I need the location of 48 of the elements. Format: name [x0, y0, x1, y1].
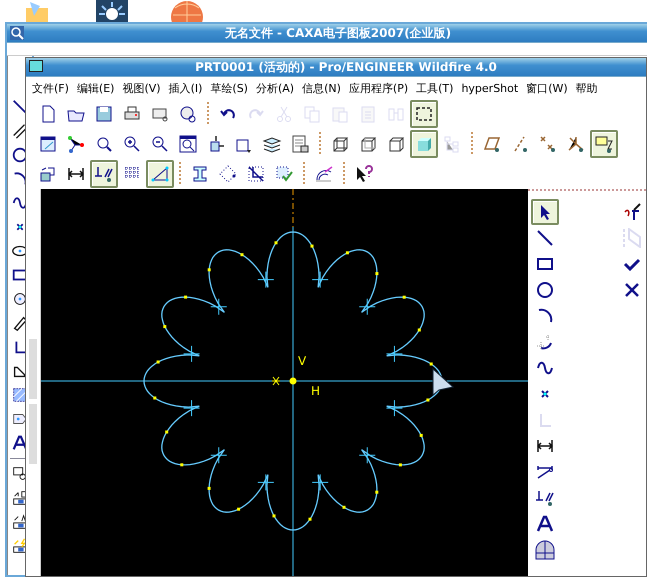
menu-item[interactable]: 工具(T) [412, 80, 458, 96]
copy-icon [302, 104, 322, 124]
protractor-icon [314, 164, 334, 184]
zoom-in-icon [122, 134, 142, 154]
splitter-handle[interactable] [29, 404, 37, 464]
constraint-label: H [311, 384, 320, 398]
vertical-centerline [292, 189, 294, 230]
constraint-label: V [298, 354, 306, 368]
window-icon[interactable] [29, 60, 43, 72]
node-graph-icon [66, 134, 86, 154]
window-title: PRT0001 (活动的) - Pro/ENGINEER Wildfire 4.0 [194, 58, 498, 76]
menu-item[interactable]: 分析(A) [252, 80, 298, 96]
menu-item[interactable]: 视图(V) [118, 80, 165, 96]
tool-button[interactable] [531, 199, 559, 225]
dotted-diamond-icon [218, 164, 238, 184]
menu-item[interactable]: 草绘(S) [206, 80, 252, 96]
line-icon [535, 228, 555, 248]
pointer-question-icon [354, 164, 374, 184]
window-magnifier-icon [178, 134, 198, 154]
splitter-handle[interactable] [29, 339, 37, 399]
dotted-square-check-icon [274, 164, 294, 184]
menu-item[interactable]: hyperShot [457, 82, 522, 94]
zoom-out-icon [150, 134, 170, 154]
window-title: 无名文件 - CAXA电子图板2007(企业版) [224, 24, 452, 42]
triangle-vertices-icon [150, 164, 170, 184]
sun-icon[interactable] [96, 0, 128, 22]
dotted-square-diagonal-icon [246, 164, 266, 184]
palette-icon [535, 540, 555, 560]
menu-item[interactable]: 应用程序(P) [344, 80, 412, 96]
tool-button[interactable] [590, 130, 618, 158]
pointer-icon [432, 368, 454, 396]
circle-icon [535, 280, 555, 300]
menu-item[interactable]: 文件(F) [28, 80, 73, 96]
tool-button[interactable] [410, 100, 438, 128]
menu-item[interactable]: 编辑(E) [72, 80, 118, 96]
menu-item[interactable]: 帮助 [572, 80, 602, 96]
menu-item[interactable]: 窗口(W) [522, 80, 572, 96]
window-pen-icon [38, 134, 58, 154]
mirror-icon [622, 228, 642, 248]
text-icon [535, 514, 555, 534]
scissors-icon [274, 104, 294, 124]
menu-item[interactable]: 信息(N) [298, 80, 345, 96]
tool-button[interactable] [146, 160, 174, 188]
tool-button[interactable] [90, 160, 118, 188]
magnifier-icon[interactable] [10, 26, 24, 40]
sheet-camera-icon [290, 134, 310, 154]
menu-item[interactable]: 插入(I) [164, 80, 206, 96]
trim-icon [622, 202, 642, 222]
